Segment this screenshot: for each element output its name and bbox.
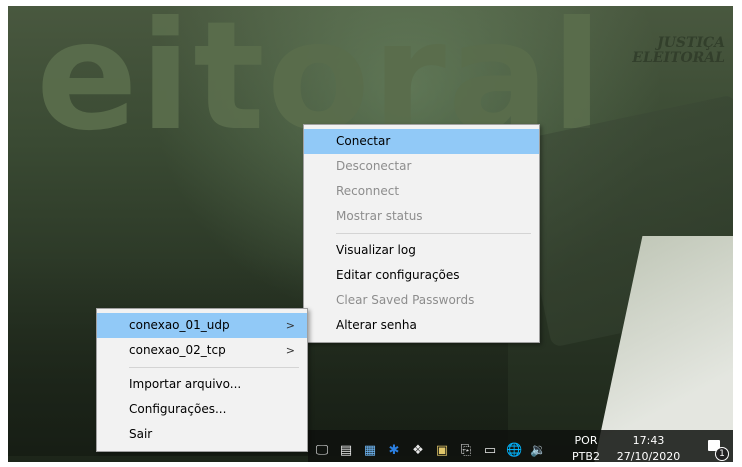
menu-item-change-password[interactable]: Alterar senha (304, 313, 539, 338)
app-tray-icon[interactable]: ▦ (362, 443, 378, 459)
menu-item-connect[interactable]: Conectar (304, 129, 539, 154)
bluetooth-icon[interactable]: ✱ (386, 443, 402, 459)
display-icon[interactable]: ▤ (338, 443, 354, 459)
network-monitor-icon[interactable]: 🖵 (314, 443, 330, 459)
clock-time: 17:43 (632, 434, 665, 447)
chevron-right-icon: > (285, 344, 295, 357)
tray-context-menu: conexao_01_udp > conexao_02_tcp > Import… (96, 308, 308, 452)
menu-separator (336, 233, 531, 234)
wallpaper-caption-line2: ELEITORAL (632, 50, 725, 66)
menu-item-connection-udp[interactable]: conexao_01_udp > (97, 313, 307, 338)
menu-item-reconnect[interactable]: Reconnect (304, 179, 539, 204)
globe-network-icon[interactable]: 🌐 (506, 443, 522, 459)
wallpaper-caption: JUSTIÇA ELEITORAL (632, 36, 725, 66)
menu-item-import-file[interactable]: Importar arquivo... (97, 372, 307, 397)
menu-item-clear-passwords[interactable]: Clear Saved Passwords (304, 288, 539, 313)
taskbar-tray: 🖵 ▤ ▦ ✱ ❖ ▣ ⎘ ▭ 🌐 🔉 POR PTB2 17:43 27/10… (308, 430, 733, 462)
menu-item-edit-settings[interactable]: Editar configurações (304, 263, 539, 288)
menu-item-label: conexao_02_tcp (129, 343, 226, 357)
volume-icon[interactable]: 🔉 (530, 443, 546, 459)
menu-item-view-log[interactable]: Visualizar log (304, 238, 539, 263)
menu-item-disconnect[interactable]: Desconectar (304, 154, 539, 179)
menu-item-exit[interactable]: Sair (97, 422, 307, 447)
language-code: POR (574, 434, 598, 447)
notifications-button[interactable]: 1 (706, 438, 729, 461)
menu-item-settings[interactable]: Configurações... (97, 397, 307, 422)
wallpaper-caption-line1: JUSTIÇA (657, 35, 725, 51)
language-indicator[interactable]: POR PTB2 (570, 433, 602, 462)
clock-date: 27/10/2020 (616, 450, 681, 462)
battery-icon[interactable]: ▭ (482, 443, 498, 459)
menu-item-connection-tcp[interactable]: conexao_02_tcp > (97, 338, 307, 363)
keyboard-layout: PTB2 (572, 450, 600, 462)
security-icon[interactable]: ❖ (410, 443, 426, 459)
menu-item-label: conexao_01_udp (129, 318, 230, 332)
chevron-right-icon: > (285, 319, 295, 332)
notification-badge: 1 (715, 447, 729, 461)
clock[interactable]: 17:43 27/10/2020 (611, 433, 686, 462)
usb-icon[interactable]: ⎘ (458, 443, 474, 459)
connection-submenu: Conectar Desconectar Reconnect Mostrar s… (303, 124, 540, 343)
menu-item-show-status[interactable]: Mostrar status (304, 204, 539, 229)
openvpn-icon[interactable]: ▣ (434, 443, 450, 459)
menu-separator (129, 367, 299, 368)
